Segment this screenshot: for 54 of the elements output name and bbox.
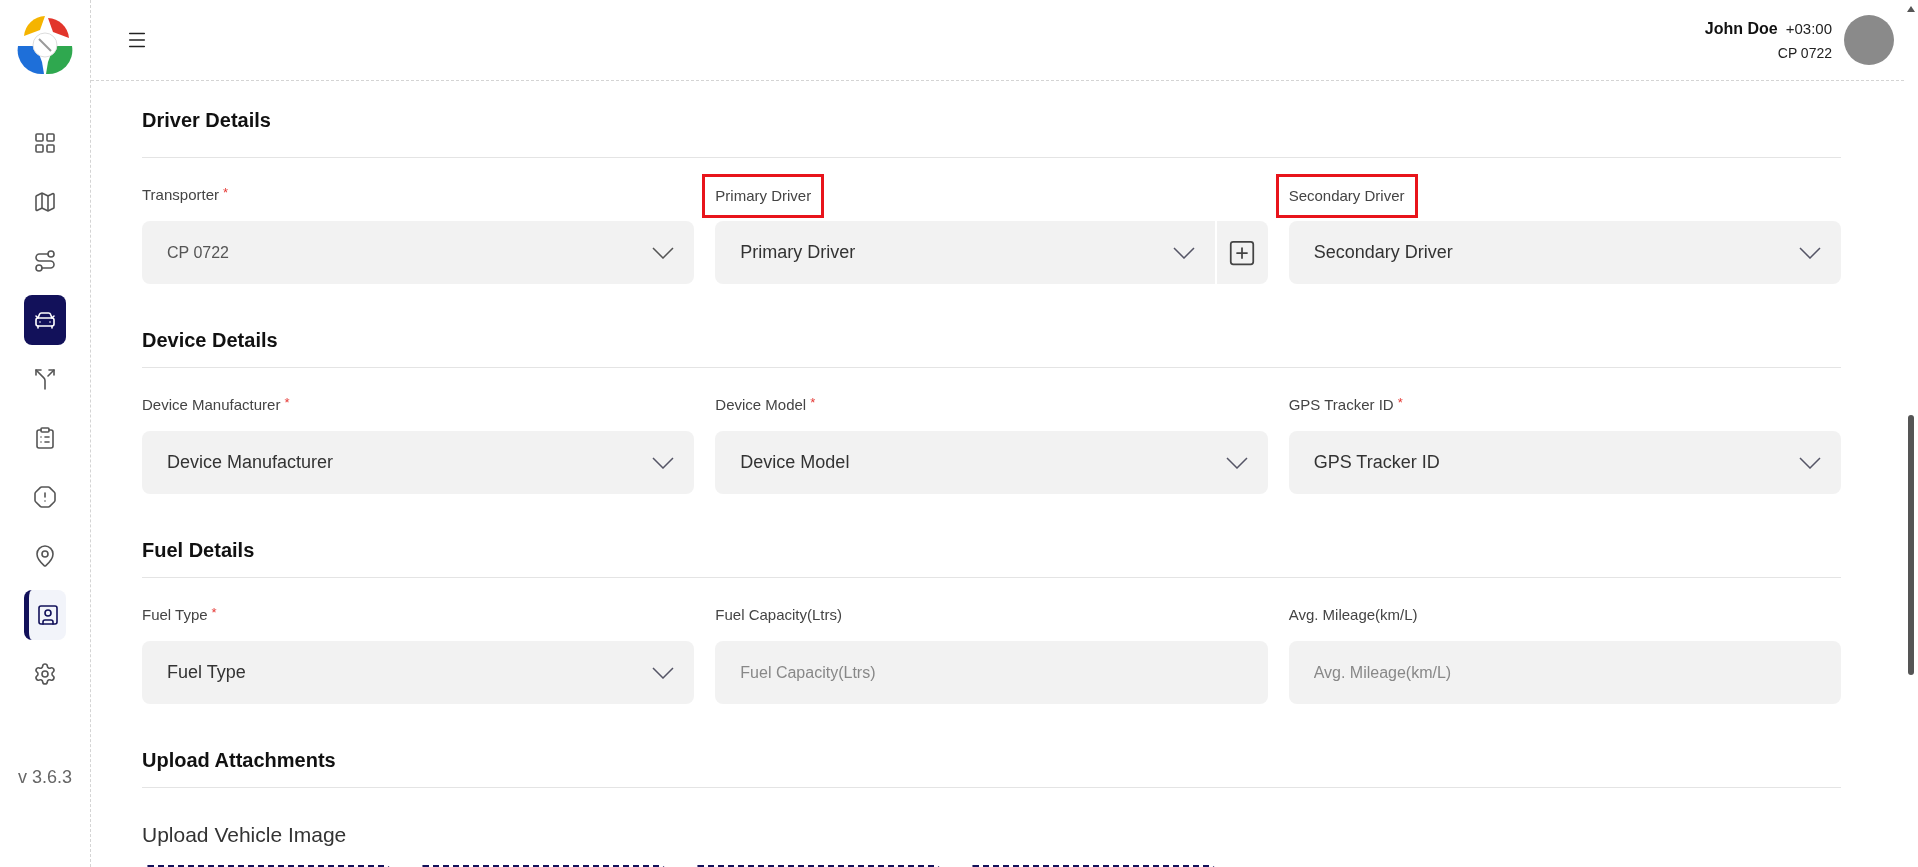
chevron-down-icon <box>1799 456 1821 469</box>
split-arrows-icon <box>33 367 57 391</box>
section-title: Driver Details <box>142 108 272 133</box>
avatar[interactable] <box>1844 15 1894 65</box>
chevron-down-icon <box>1225 456 1248 469</box>
field-label: Primary Driver <box>715 185 812 206</box>
clipboard-icon <box>33 426 57 450</box>
section-title: Upload Attachments <box>142 748 337 773</box>
required-asterisk: * <box>211 604 217 623</box>
user-icon <box>35 603 60 627</box>
chevron-down-icon <box>652 666 675 679</box>
timezone-label: +03:00 <box>1785 18 1832 39</box>
select-field[interactable]: Device Model <box>715 431 1268 494</box>
field-label: Secondary Driver <box>1288 185 1405 206</box>
select-field[interactable]: Fuel Type <box>142 641 695 704</box>
chevron-down-icon <box>1172 246 1195 259</box>
settings-icon <box>33 662 57 686</box>
input-field[interactable]: Avg. Mileage(km/L) <box>1288 641 1841 704</box>
sidebar-nav-item[interactable] <box>24 590 66 640</box>
map-pin-icon <box>33 544 57 568</box>
required-asterisk: * <box>223 184 229 203</box>
field-label: Transporter <box>142 184 219 205</box>
scrollbar-thumb[interactable] <box>1908 415 1914 675</box>
field-label: Device Model <box>715 394 807 415</box>
field-label: Avg. Mileage(km/L) <box>1288 604 1418 625</box>
add-button[interactable] <box>1216 221 1268 284</box>
select-field[interactable]: Device Manufacturer <box>142 431 695 494</box>
version-label: v 3.6.3 <box>17 766 72 789</box>
required-asterisk: * <box>284 394 290 413</box>
logo-icon <box>16 14 74 76</box>
chevron-down-icon <box>652 456 675 469</box>
chevron-down-icon <box>652 246 675 259</box>
field-label: Fuel Capacity(Ltrs) <box>715 604 843 625</box>
field-label: GPS Tracker ID <box>1288 394 1394 415</box>
select-field[interactable]: GPS Tracker ID <box>1288 431 1841 494</box>
alert-icon <box>33 485 57 509</box>
section-title: Fuel Details <box>142 538 256 563</box>
user-name: John Doe <box>1704 18 1778 39</box>
select-field[interactable]: Primary Driver <box>715 221 1215 284</box>
route-icon <box>33 249 57 273</box>
chevron-down-icon <box>1799 246 1821 259</box>
select-field[interactable]: Secondary Driver <box>1288 221 1841 284</box>
sidebar-nav-item[interactable] <box>24 295 66 345</box>
required-asterisk: * <box>810 394 816 413</box>
field-label: Device Manufacturer <box>142 394 281 415</box>
upload-group-title: Upload Vehicle Image <box>142 822 348 848</box>
map-icon <box>33 190 57 214</box>
account-label: CP 0722 <box>1777 43 1832 63</box>
required-asterisk: * <box>1397 394 1403 413</box>
section-title: Device Details <box>142 328 279 353</box>
input-field[interactable]: Fuel Capacity(Ltrs) <box>715 641 1268 704</box>
grid-icon <box>33 131 57 155</box>
field-label: Fuel Type <box>142 604 208 625</box>
scroll-up-arrow-icon <box>1907 6 1915 12</box>
